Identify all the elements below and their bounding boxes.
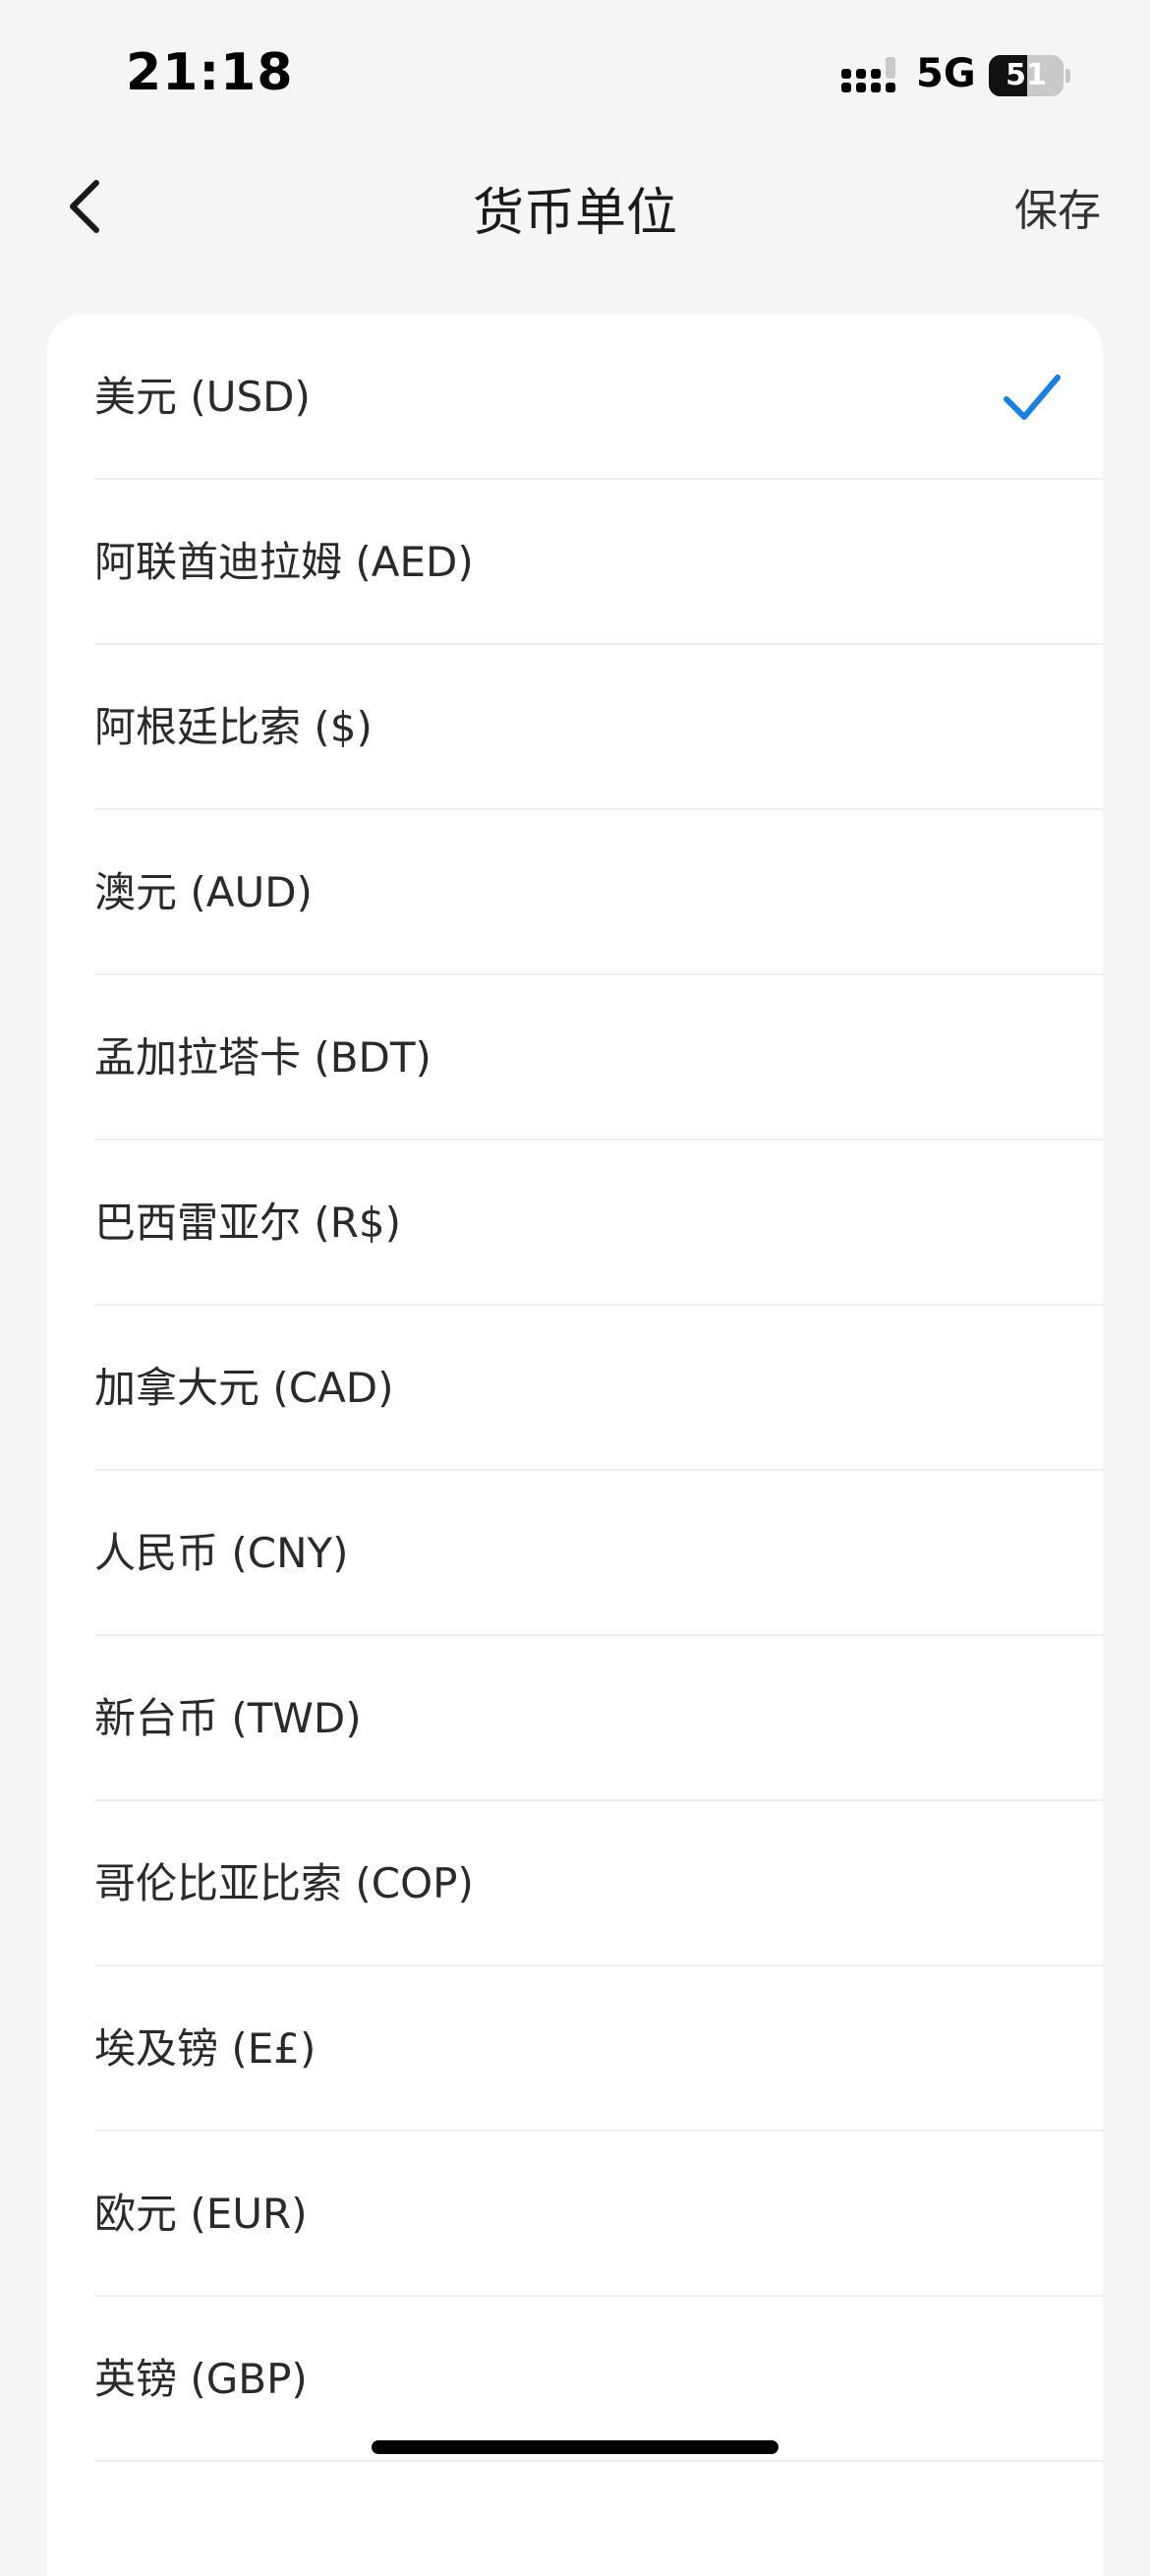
currency-option[interactable]: 新台币 (TWD): [47, 1636, 1103, 1801]
currency-label: 加拿大元 (CAD): [94, 1364, 394, 1412]
currency-option[interactable]: 美元 (USD): [47, 315, 1103, 480]
currency-option[interactable]: 阿根廷比索 ($): [47, 645, 1103, 810]
currency-option[interactable]: 欧元 (EUR): [47, 2132, 1103, 2297]
currency-list: 美元 (USD) 阿联酋迪拉姆 (AED) 阿根廷比索 ($) 澳元 (AUD) 孟加拉…: [47, 315, 1103, 2462]
battery-icon: 51: [989, 55, 1071, 96]
network-label: 5G: [916, 51, 976, 96]
currency-label: 欧元 (EUR): [94, 2190, 308, 2238]
currency-label: 阿根廷比索 ($): [94, 703, 373, 751]
currency-label: 埃及镑 (E£): [94, 2024, 316, 2073]
status-time: 21:18: [126, 43, 294, 102]
nav-bar: 货币单位 保存: [0, 147, 1150, 265]
currency-label: 巴西雷亚尔 (R$): [94, 1199, 402, 1247]
currency-label: 哥伦比亚比索 (COP): [94, 1859, 474, 1907]
battery-tip: [1065, 69, 1070, 83]
currency-option[interactable]: 英镑 (GBP): [47, 2297, 1103, 2462]
checkmark-icon: [1004, 375, 1061, 420]
currency-list-card: 美元 (USD) 阿联酋迪拉姆 (AED) 阿根廷比索 ($) 澳元 (AUD) 孟加拉…: [47, 315, 1103, 2576]
save-button[interactable]: 保存: [1014, 175, 1101, 238]
signal-icon: [841, 57, 895, 92]
currency-option[interactable]: 孟加拉塔卡 (BDT): [47, 975, 1103, 1141]
currency-label: 澳元 (AUD): [94, 868, 313, 916]
currency-label: 阿联酋迪拉姆 (AED): [94, 538, 474, 586]
currency-option[interactable]: 加拿大元 (CAD): [47, 1306, 1103, 1471]
page-title: 货币单位: [472, 184, 677, 243]
currency-option[interactable]: 埃及镑 (E£): [47, 1966, 1103, 2132]
status-bar: 21:18 5G 51: [0, 0, 1150, 147]
home-indicator: [372, 2440, 778, 2454]
currency-label: 新台币 (TWD): [94, 1694, 362, 1742]
currency-option[interactable]: 巴西雷亚尔 (R$): [47, 1141, 1103, 1306]
currency-option[interactable]: 人民币 (CNY): [47, 1471, 1103, 1636]
battery-body: 51: [989, 55, 1064, 96]
currency-label: 美元 (USD): [94, 373, 311, 421]
currency-label: 孟加拉塔卡 (BDT): [94, 1033, 431, 1082]
currency-option[interactable]: 阿联酋迪拉姆 (AED): [47, 480, 1103, 645]
currency-option[interactable]: 哥伦比亚比索 (COP): [47, 1801, 1103, 1966]
battery-level: 51: [1006, 58, 1047, 92]
currency-label: 人民币 (CNY): [94, 1529, 349, 1577]
currency-label: 英镑 (GBP): [94, 2355, 308, 2403]
currency-option[interactable]: 澳元 (AUD): [47, 810, 1103, 975]
